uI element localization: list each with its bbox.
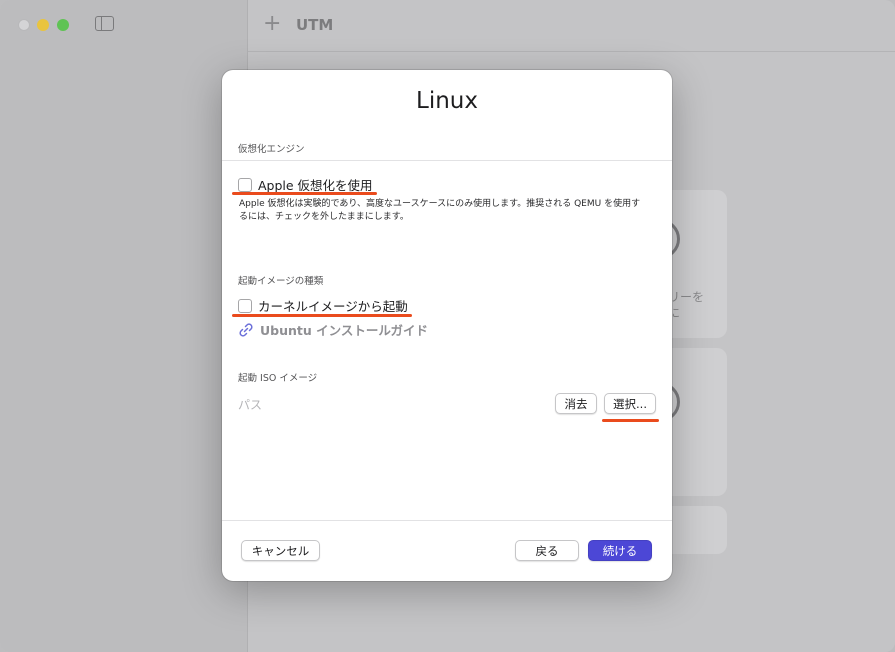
toolbar bbox=[248, 0, 895, 52]
cancel-button[interactable]: キャンセル bbox=[241, 540, 320, 561]
sidebar-toggle-icon[interactable] bbox=[95, 16, 114, 31]
kernel-boot-label: カーネルイメージから起動 bbox=[258, 299, 408, 314]
engine-description: Apple 仮想化は実験的であり、高度なユースケースにのみ使用します。推奨される… bbox=[239, 199, 641, 222]
zoom-window-button[interactable] bbox=[57, 19, 69, 31]
annotation-underline-apple-virtualization bbox=[232, 192, 377, 195]
ubuntu-guide-link-label: Ubuntu インストールガイド bbox=[260, 323, 428, 338]
back-button[interactable]: 戻る bbox=[515, 540, 579, 561]
plus-icon[interactable]: + bbox=[263, 12, 281, 36]
footer-divider bbox=[222, 520, 672, 521]
minimize-window-button[interactable] bbox=[37, 19, 49, 31]
apple-virtualization-checkbox[interactable] bbox=[238, 177, 252, 192]
divider bbox=[222, 160, 672, 161]
boot-type-section-heading: 起動イメージの種類 bbox=[238, 276, 324, 287]
kernel-boot-checkbox[interactable] bbox=[238, 298, 252, 313]
link-icon bbox=[239, 322, 253, 337]
kernel-boot-checkbox-row[interactable]: カーネルイメージから起動 bbox=[238, 296, 408, 315]
annotation-underline-kernel-boot bbox=[232, 314, 412, 317]
close-window-button[interactable] bbox=[18, 19, 30, 31]
iso-section-heading: 起動 ISO イメージ bbox=[238, 373, 318, 384]
browse-button[interactable]: 選択... bbox=[604, 393, 656, 414]
background-card-text: リーを bbox=[668, 290, 705, 304]
ubuntu-guide-link[interactable]: Ubuntu インストールガイド bbox=[238, 320, 428, 339]
clear-button[interactable]: 消去 bbox=[555, 393, 597, 414]
new-vm-sheet: Linux 仮想化エンジン Apple 仮想化を使用 Apple 仮想化は実験的… bbox=[222, 70, 672, 581]
sheet-title: Linux bbox=[416, 88, 478, 114]
iso-path-field[interactable]: パス bbox=[238, 396, 262, 413]
annotation-underline-browse bbox=[602, 419, 659, 422]
window-title: UTM bbox=[296, 16, 334, 34]
engine-section-heading: 仮想化エンジン bbox=[238, 144, 305, 155]
sidebar bbox=[0, 0, 248, 652]
continue-button[interactable]: 続ける bbox=[588, 540, 652, 561]
